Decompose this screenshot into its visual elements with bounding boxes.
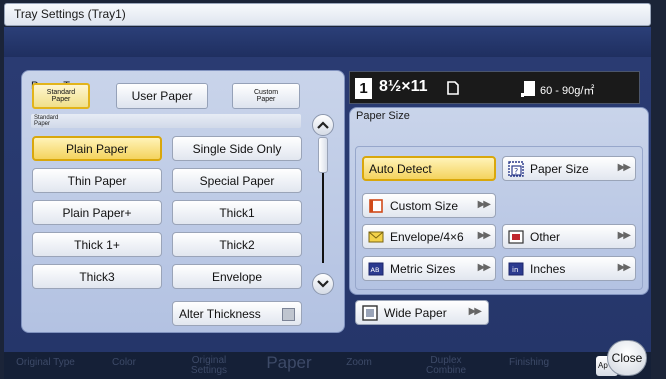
paper-weight: 60 - 90g/㎡ bbox=[540, 85, 595, 97]
auto-detect-button[interactable]: Auto Detect bbox=[362, 156, 496, 181]
header-bar bbox=[4, 27, 651, 57]
wide-paper-button[interactable]: Wide Paper ▶▶ bbox=[355, 300, 489, 325]
tab-standard-paper[interactable]: Standard Paper bbox=[32, 83, 90, 109]
scroll-down-button[interactable] bbox=[312, 273, 334, 295]
paper-size-label: Paper Size bbox=[530, 161, 589, 176]
scrollbar-thumb[interactable] bbox=[318, 137, 328, 173]
nav-original-settings[interactable]: Original Settings bbox=[174, 356, 244, 376]
metric-sizes-button[interactable]: AB Metric Sizes ▶▶ bbox=[362, 256, 496, 281]
double-chevron-right-icon: ▶▶ bbox=[468, 306, 482, 317]
option-thick1[interactable]: Thick1 bbox=[172, 200, 302, 225]
wide-paper-icon bbox=[362, 304, 378, 321]
other-size-icon bbox=[508, 229, 524, 244]
scroll-up-button[interactable] bbox=[312, 114, 334, 136]
envelope-4x6-button[interactable]: Envelope/4×6 ▶▶ bbox=[362, 224, 496, 249]
metric-sizes-label: Metric Sizes bbox=[390, 261, 456, 276]
double-chevron-right-icon: ▶▶ bbox=[617, 230, 631, 241]
double-chevron-right-icon: ▶▶ bbox=[617, 262, 631, 273]
alter-thickness-button[interactable]: Alter Thickness bbox=[172, 301, 302, 326]
paper-size-panel: Paper Size Auto Detect ? Paper Size ▶▶ C… bbox=[349, 107, 649, 295]
paper-size-icon: ? bbox=[508, 160, 524, 177]
inches-label: Inches bbox=[530, 261, 566, 276]
window-title: Tray Settings (Tray1) bbox=[4, 3, 651, 26]
other-size-button[interactable]: Other ▶▶ bbox=[502, 224, 636, 249]
section-label: Standard Paper bbox=[31, 114, 301, 128]
paper-stack-icon bbox=[521, 81, 535, 97]
custom-size-label: Custom Size bbox=[390, 198, 459, 213]
bottom-function-bar: Original Type Color Original Settings Pa… bbox=[4, 352, 651, 379]
custom-size-button[interactable]: Custom Size ▶▶ bbox=[362, 193, 496, 218]
chevron-up-icon bbox=[317, 121, 329, 129]
current-paper-size: 8½×11 bbox=[379, 78, 428, 95]
portrait-orientation-icon bbox=[447, 81, 459, 95]
nav-paper[interactable]: Paper bbox=[259, 354, 319, 371]
other-label: Other bbox=[530, 229, 561, 244]
nav-finishing[interactable]: Finishing bbox=[499, 358, 559, 368]
alter-thickness-label: Alter Thickness bbox=[179, 306, 261, 321]
metric-sizes-icon: AB bbox=[368, 262, 384, 275]
nav-original-type[interactable]: Original Type bbox=[8, 358, 83, 368]
svg-text:AB: AB bbox=[371, 266, 380, 274]
paper-size-title: Paper Size bbox=[356, 110, 410, 122]
option-thick1-plus[interactable]: Thick 1+ bbox=[32, 232, 162, 257]
svg-text:in: in bbox=[512, 266, 518, 274]
tray-number: 1 bbox=[355, 78, 372, 99]
double-chevron-right-icon: ▶▶ bbox=[617, 162, 631, 173]
option-thin-paper[interactable]: Thin Paper bbox=[32, 168, 162, 193]
double-chevron-right-icon: ▶▶ bbox=[477, 230, 491, 241]
double-chevron-right-icon: ▶▶ bbox=[477, 262, 491, 273]
svg-text:?: ? bbox=[514, 167, 518, 176]
option-plain-paper[interactable]: Plain Paper bbox=[32, 136, 162, 161]
inches-icon: in bbox=[508, 262, 524, 275]
tab-custom-paper[interactable]: Custom Paper bbox=[232, 83, 300, 109]
custom-size-icon bbox=[369, 198, 383, 213]
option-envelope[interactable]: Envelope bbox=[172, 264, 302, 289]
alter-thickness-checkbox[interactable] bbox=[282, 308, 295, 321]
nav-color[interactable]: Color bbox=[104, 358, 144, 368]
option-single-side-only[interactable]: Single Side Only bbox=[172, 136, 302, 161]
envelope-label: Envelope/4×6 bbox=[390, 229, 464, 244]
close-button[interactable]: Close bbox=[607, 340, 647, 376]
auto-detect-label: Auto Detect bbox=[369, 161, 432, 176]
double-chevron-right-icon: ▶▶ bbox=[477, 199, 491, 210]
tab-user-paper[interactable]: User Paper bbox=[116, 83, 208, 109]
option-thick3[interactable]: Thick3 bbox=[32, 264, 162, 289]
nav-duplex-combine[interactable]: Duplex Combine bbox=[416, 356, 476, 376]
envelope-icon bbox=[368, 231, 384, 242]
nav-zoom[interactable]: Zoom bbox=[339, 358, 379, 368]
option-special-paper[interactable]: Special Paper bbox=[172, 168, 302, 193]
chevron-down-icon bbox=[317, 280, 329, 288]
paper-size-button[interactable]: ? Paper Size ▶▶ bbox=[502, 156, 636, 181]
wide-paper-label: Wide Paper bbox=[384, 305, 447, 320]
paper-type-panel: Paper Type Standard Paper User Paper Cus… bbox=[21, 70, 345, 333]
option-plain-paper-plus[interactable]: Plain Paper+ bbox=[32, 200, 162, 225]
inches-button[interactable]: in Inches ▶▶ bbox=[502, 256, 636, 281]
option-thick2[interactable]: Thick2 bbox=[172, 232, 302, 257]
paper-status-bar: 1 8½×11 60 - 90g/㎡ bbox=[349, 71, 640, 104]
